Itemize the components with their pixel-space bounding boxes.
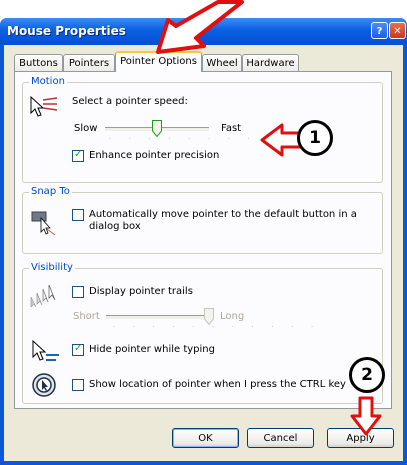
callout-1: 1 xyxy=(297,120,333,156)
callout-2: 2 xyxy=(349,357,385,393)
annotation-arrow-fast xyxy=(260,123,382,436)
